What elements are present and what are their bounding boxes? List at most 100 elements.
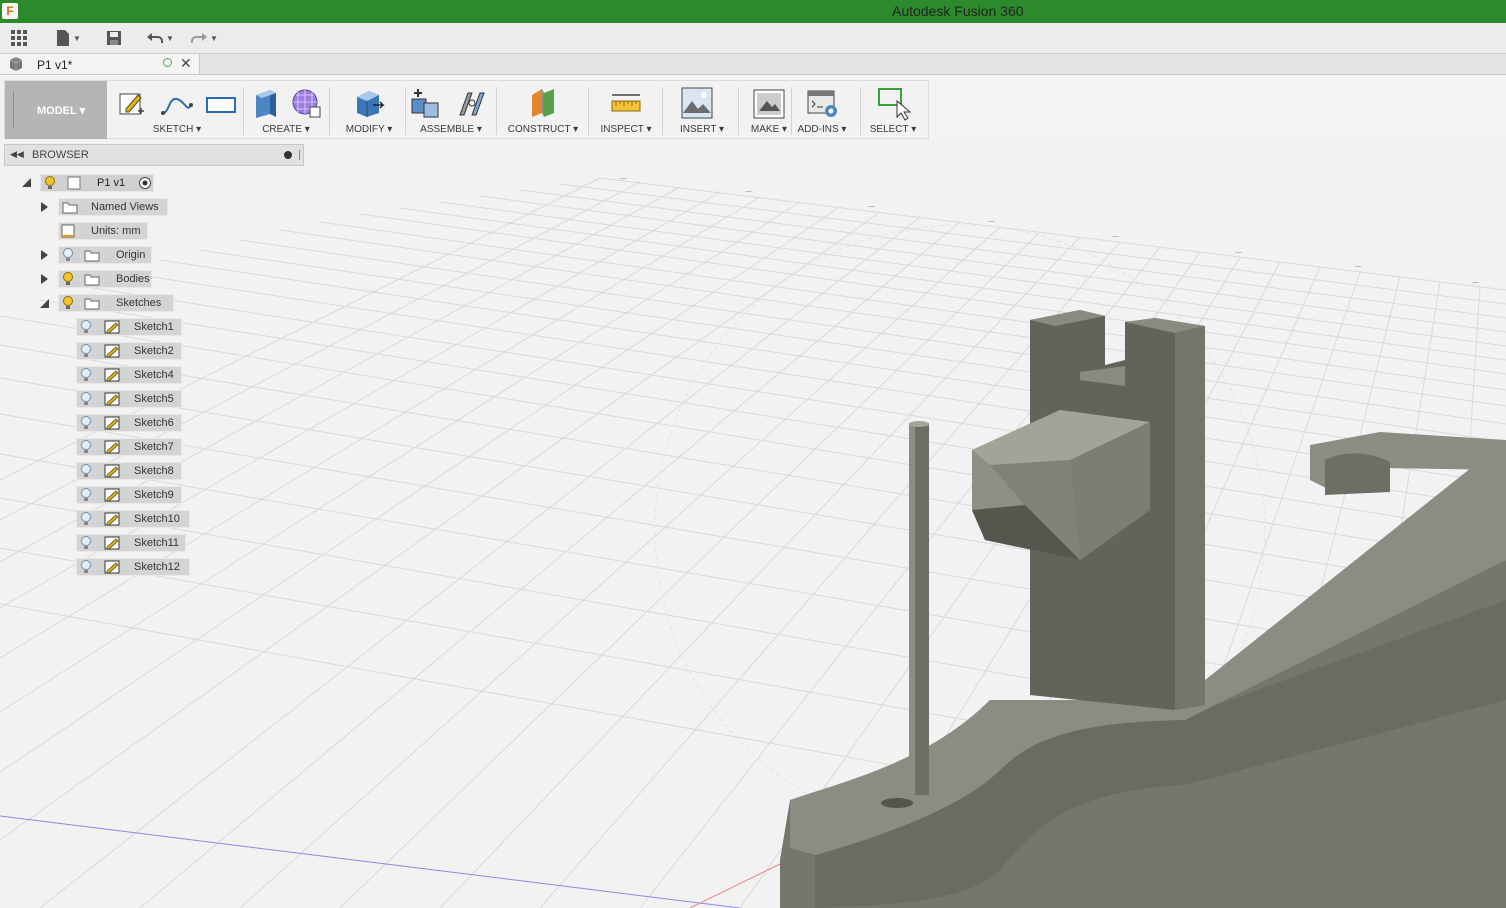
sketch-label: Sketch12 bbox=[134, 561, 180, 573]
add-ins-group[interactable]: ADD-INS ▾ bbox=[793, 81, 851, 139]
sketches-folder-label: Sketches bbox=[116, 297, 162, 309]
visibility-bulb-icon[interactable] bbox=[80, 320, 92, 334]
sketch-label: Sketch6 bbox=[134, 417, 174, 429]
tree-node-sketch[interactable]: Sketch1 bbox=[76, 317, 196, 337]
toolbar-separator bbox=[738, 87, 739, 135]
workspace-label: MODEL ▾ bbox=[37, 105, 86, 117]
file-menu-button[interactable]: ▼ bbox=[55, 28, 81, 48]
svg-text:—: — bbox=[1355, 262, 1362, 270]
inspect-group[interactable]: INSPECT ▾ bbox=[592, 81, 660, 139]
minimize-panel-icon[interactable] bbox=[284, 151, 292, 159]
visibility-bulb-icon[interactable] bbox=[80, 392, 92, 406]
select-group-label: SELECT ▾ bbox=[869, 124, 917, 135]
collapse-arrow-icon[interactable] bbox=[40, 299, 49, 308]
browser-panel-header[interactable]: ◀◀ BROWSER bbox=[4, 144, 304, 166]
make-group[interactable]: MAKE ▾ bbox=[741, 81, 797, 139]
visibility-bulb-icon[interactable] bbox=[80, 560, 92, 574]
visibility-bulb-icon[interactable] bbox=[44, 176, 56, 190]
tree-node-root[interactable]: P1 v1 bbox=[20, 173, 170, 193]
tree-node-sketches[interactable]: Sketches bbox=[38, 293, 178, 313]
collapse-arrow-icon[interactable] bbox=[22, 178, 31, 187]
visibility-bulb-icon[interactable] bbox=[62, 296, 74, 310]
origin-label: Origin bbox=[116, 249, 146, 261]
sketch-group[interactable]: SKETCH ▾ bbox=[113, 81, 241, 139]
sketch-label: Sketch1 bbox=[134, 321, 174, 333]
expand-arrow-icon[interactable] bbox=[41, 274, 48, 284]
tree-node-sketch[interactable]: Sketch4 bbox=[76, 365, 196, 385]
sketch-icon bbox=[104, 488, 120, 502]
close-icon[interactable]: ✕ bbox=[180, 55, 192, 72]
assemble-group[interactable]: ASSEMBLE ▾ bbox=[408, 81, 494, 139]
3d-print-icon bbox=[753, 89, 785, 119]
window-title: Autodesk Fusion 360 bbox=[892, 3, 1024, 19]
tree-node-sketch[interactable]: Sketch11 bbox=[76, 533, 196, 553]
tree-node-named-views[interactable]: Named Views bbox=[38, 197, 178, 217]
sketch-label: Sketch8 bbox=[134, 465, 174, 477]
visibility-bulb-icon[interactable] bbox=[80, 464, 92, 478]
assemble-group-label: ASSEMBLE ▾ bbox=[420, 124, 482, 135]
extrude-icon bbox=[256, 90, 276, 118]
insert-group-label: INSERT ▾ bbox=[679, 124, 725, 135]
undo-button[interactable]: ▼ bbox=[146, 28, 174, 48]
visibility-bulb-icon[interactable] bbox=[80, 416, 92, 430]
add-ins-group-label: ADD-INS ▾ bbox=[797, 124, 847, 135]
data-panel-button[interactable] bbox=[10, 28, 28, 48]
select-group[interactable]: SELECT ▾ bbox=[862, 81, 924, 139]
visibility-bulb-icon[interactable] bbox=[62, 248, 74, 262]
visibility-bulb-icon[interactable] bbox=[80, 512, 92, 526]
redo-button[interactable]: ▼ bbox=[190, 28, 218, 48]
create-sketch-icon bbox=[119, 93, 144, 115]
visibility-bulb-icon[interactable] bbox=[80, 368, 92, 382]
tree-node-sketch[interactable]: Sketch2 bbox=[76, 341, 196, 361]
redo-icon bbox=[191, 33, 207, 43]
resize-grip-icon[interactable] bbox=[299, 150, 300, 160]
offset-plane-icon bbox=[532, 89, 554, 117]
modify-group[interactable]: MODIFY ▾ bbox=[335, 81, 403, 139]
collapse-panel-icon[interactable]: ◀◀ bbox=[10, 149, 24, 160]
sketch-label: Sketch9 bbox=[134, 489, 174, 501]
save-button[interactable] bbox=[106, 28, 122, 48]
construct-group[interactable]: CONSTRUCT ▾ bbox=[500, 81, 586, 139]
visibility-bulb-icon[interactable] bbox=[80, 488, 92, 502]
document-tab[interactable]: P1 v1* ✕ bbox=[0, 54, 200, 74]
visibility-bulb-icon[interactable] bbox=[80, 536, 92, 550]
expand-arrow-icon[interactable] bbox=[41, 202, 48, 212]
visibility-bulb-icon[interactable] bbox=[80, 344, 92, 358]
sketch-label: Sketch4 bbox=[134, 369, 174, 381]
chevron-down-icon: ▼ bbox=[73, 33, 81, 43]
sketch-icon bbox=[104, 344, 120, 358]
tree-node-sketch[interactable]: Sketch5 bbox=[76, 389, 196, 409]
canvas-viewport[interactable]: — — — — — — — — bbox=[0, 140, 1506, 908]
tree-node-sketch[interactable]: Sketch9 bbox=[76, 485, 196, 505]
root-label: P1 v1 bbox=[97, 177, 126, 189]
svg-text:—: — bbox=[1472, 278, 1479, 286]
sketch-icon bbox=[104, 512, 120, 526]
form-icon bbox=[292, 89, 321, 118]
create-group[interactable]: CREATE ▾ bbox=[247, 81, 325, 139]
sketch-label: Sketch11 bbox=[134, 537, 180, 549]
folder-icon bbox=[84, 250, 100, 262]
tree-node-bodies[interactable]: Bodies bbox=[38, 269, 158, 289]
visibility-bulb-icon[interactable] bbox=[62, 272, 74, 286]
sketch-icon bbox=[104, 392, 120, 406]
sketch-icon bbox=[104, 560, 120, 574]
create-group-label: CREATE ▾ bbox=[262, 124, 310, 135]
tree-node-origin[interactable]: Origin bbox=[38, 245, 158, 265]
component-icon bbox=[67, 176, 81, 190]
chevron-down-icon: ▼ bbox=[210, 33, 218, 43]
svg-text:—: — bbox=[745, 187, 752, 195]
tree-node-sketch[interactable]: Sketch7 bbox=[76, 437, 196, 457]
visibility-bulb-icon[interactable] bbox=[80, 440, 92, 454]
tree-node-units[interactable]: Units: mm bbox=[58, 221, 158, 241]
press-pull-icon bbox=[357, 91, 385, 117]
toolbar-separator bbox=[588, 87, 589, 135]
tree-node-sketch[interactable]: Sketch10 bbox=[76, 509, 196, 529]
tree-node-sketch[interactable]: Sketch8 bbox=[76, 461, 196, 481]
activate-radio-icon[interactable] bbox=[138, 176, 152, 190]
tree-node-sketch[interactable]: Sketch6 bbox=[76, 413, 196, 433]
workspace-switcher[interactable]: MODEL ▾ bbox=[5, 81, 107, 139]
browser-title: BROWSER bbox=[32, 149, 89, 161]
tree-node-sketch[interactable]: Sketch12 bbox=[76, 557, 196, 577]
expand-arrow-icon[interactable] bbox=[41, 250, 48, 260]
insert-group[interactable]: INSERT ▾ bbox=[667, 81, 737, 139]
